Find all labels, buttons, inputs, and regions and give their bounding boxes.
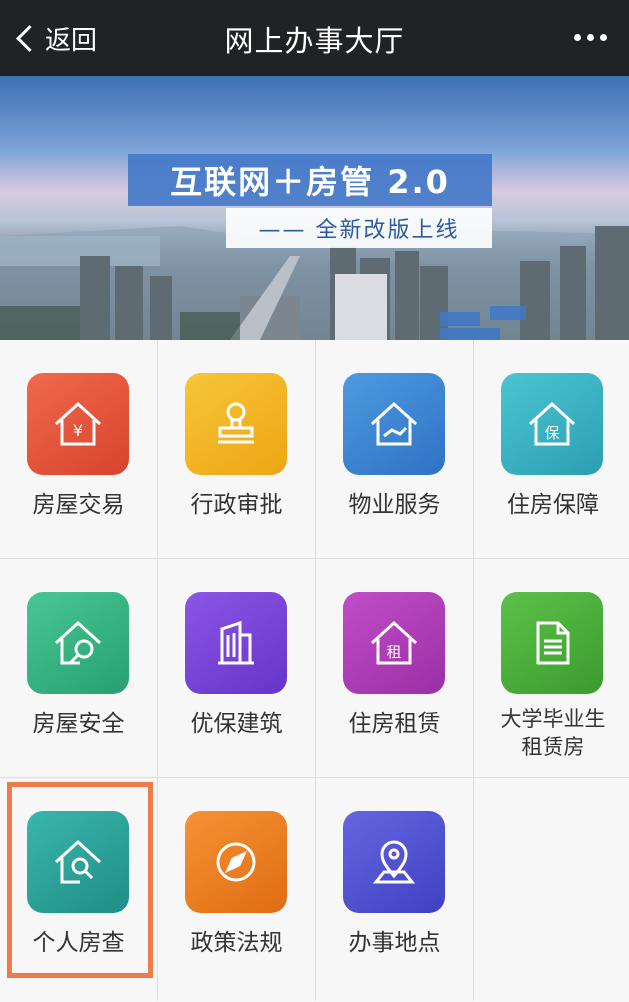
service-quality-building[interactable]: 优保建筑 bbox=[158, 559, 315, 777]
service-graduate-rental[interactable]: 大学毕业生 租赁房 bbox=[474, 559, 629, 777]
map-pin-icon bbox=[343, 811, 445, 913]
house-yen-icon: ¥ bbox=[27, 373, 129, 475]
service-label: 大学毕业生 租赁房 bbox=[474, 705, 629, 761]
service-label: 办事地点 bbox=[348, 930, 441, 956]
service-house-safety[interactable]: 房屋安全 bbox=[0, 559, 157, 777]
svg-text:¥: ¥ bbox=[73, 421, 83, 440]
page-title: 网上办事大厅 bbox=[224, 24, 405, 58]
service-label: 行政审批 bbox=[190, 492, 283, 518]
top-nav-bar: 返回 网上办事大厅 bbox=[0, 0, 629, 76]
house-rent-icon: 租 bbox=[343, 592, 445, 694]
house-protect-icon: 保 bbox=[501, 373, 603, 475]
service-policy[interactable]: 政策法规 bbox=[158, 778, 315, 1002]
document-icon bbox=[501, 592, 603, 694]
service-label-line2: 租赁房 bbox=[521, 735, 585, 759]
service-housing-security[interactable]: 保 住房保障 bbox=[474, 340, 629, 558]
service-label: 房屋交易 bbox=[32, 492, 125, 518]
svg-text:保: 保 bbox=[544, 424, 559, 442]
stamp-icon bbox=[185, 373, 287, 475]
service-label: 政策法规 bbox=[190, 930, 283, 956]
service-label: 房屋安全 bbox=[32, 711, 125, 737]
banner-subline: —— 全新改版上线 bbox=[226, 208, 492, 248]
svg-text:租: 租 bbox=[386, 643, 401, 661]
service-label: 住房保障 bbox=[507, 492, 599, 518]
service-grid: ¥ 房屋交易 行政审批 物业服务 保 住房保障 房屋安全 优保建筑 租 住房租赁… bbox=[0, 340, 629, 1002]
compass-icon bbox=[185, 811, 287, 913]
service-housing-rental[interactable]: 租 住房租赁 bbox=[316, 559, 473, 777]
service-house-trade[interactable]: ¥ 房屋交易 bbox=[0, 340, 157, 558]
service-label: 住房租赁 bbox=[348, 711, 441, 737]
building-icon bbox=[185, 592, 287, 694]
more-dot bbox=[587, 34, 594, 41]
service-locations[interactable]: 办事地点 bbox=[316, 778, 473, 1002]
more-dots-icon bbox=[574, 34, 581, 41]
empty-cell bbox=[474, 778, 629, 1002]
service-label-line1: 大学毕业生 bbox=[500, 707, 606, 731]
service-label: 个人房查 bbox=[32, 930, 125, 956]
service-personal-query[interactable]: 个人房查 bbox=[0, 778, 157, 1002]
service-property[interactable]: 物业服务 bbox=[316, 340, 473, 558]
house-search-icon bbox=[27, 592, 129, 694]
promo-banner[interactable]: 互联网＋房管 2.0 —— 全新改版上线 bbox=[0, 76, 629, 340]
house-query-icon bbox=[27, 811, 129, 913]
more-menu-button[interactable] bbox=[574, 34, 607, 41]
more-dot bbox=[600, 34, 607, 41]
banner-headline: 互联网＋房管 2.0 bbox=[128, 154, 492, 206]
house-handshake-icon bbox=[343, 373, 445, 475]
service-label: 优保建筑 bbox=[190, 711, 283, 737]
service-label: 物业服务 bbox=[348, 492, 441, 518]
service-admin-approval[interactable]: 行政审批 bbox=[158, 340, 315, 558]
